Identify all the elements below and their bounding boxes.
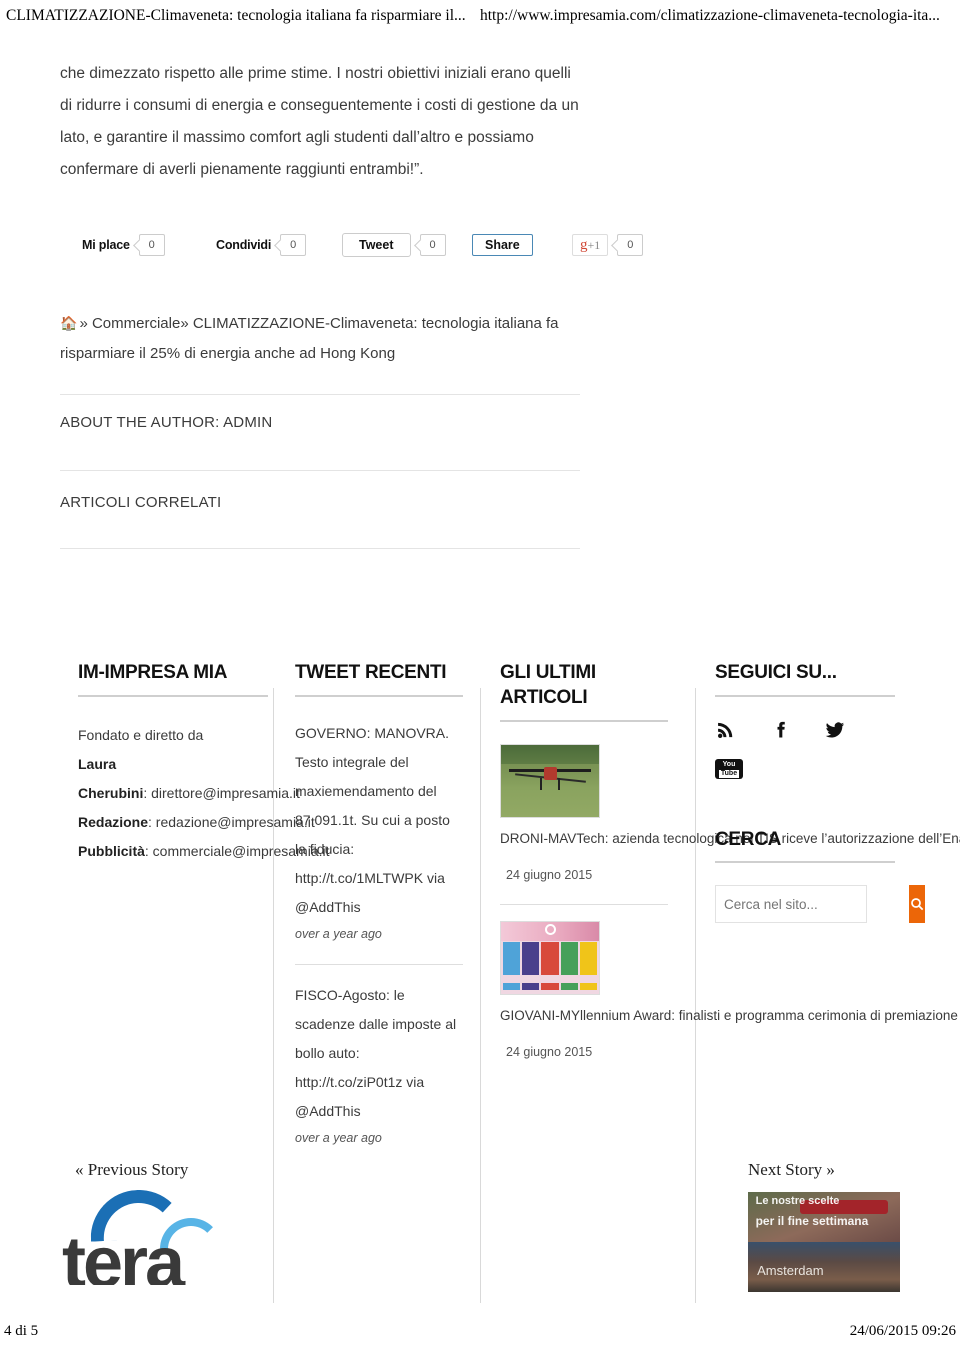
like-count: 0	[138, 234, 165, 256]
print-footer: 4 di 5 24/06/2015 09:26	[0, 1323, 960, 1349]
article-title[interactable]: GIOVANI-MYllennium Award: finalisti e pr…	[500, 1005, 960, 1026]
facebook-share-widget[interactable]: Condividi 0	[216, 232, 307, 258]
print-header-title: CLIMATIZZAZIONE-Climaveneta: tecnologia …	[6, 7, 466, 24]
tweet-divider	[295, 964, 463, 965]
pubblicita-label: Pubblicità	[78, 843, 145, 859]
gplus-g-glyph: g	[580, 236, 588, 253]
widget-title-impresa-mia: IM-IMPRESA MIA	[78, 662, 228, 683]
previous-story-thumbnail[interactable]: tera	[62, 1190, 277, 1285]
article-body-text: che dimezzato rispetto alle prime stime.…	[60, 65, 579, 178]
award-poster-thumbnail[interactable]	[500, 921, 600, 995]
founder-firstname: Laura	[78, 756, 117, 772]
facebook-like-widget[interactable]: Mi place 0	[82, 232, 165, 258]
share-button-label[interactable]: Condividi	[216, 238, 271, 252]
redazione-label: Redazione	[78, 814, 149, 830]
youtube-line-1: You	[722, 760, 736, 768]
director-email[interactable]: : direttore@impresamia.it	[143, 785, 300, 801]
widget-title-underline	[78, 695, 268, 697]
google-plus-widget[interactable]: g +1 0	[572, 232, 644, 258]
article-date: 24 giugno 2015	[506, 1045, 593, 1059]
tweet-timestamp: over a year ago	[295, 927, 382, 941]
widget-impresa-mia-body: Fondato e diretto da Laura Cherubini: di…	[78, 721, 330, 866]
page-number: 4 di 5	[4, 1323, 39, 1339]
article-list-item[interactable]: GIOVANI-MYllennium Award: finalisti e pr…	[500, 921, 960, 1067]
related-articles-heading: ARTICOLI CORRELATI	[60, 494, 222, 511]
widget-title-underline	[500, 720, 668, 722]
article-list-item[interactable]: DRONI-MAVTech: azienda tecnologica nel T…	[500, 744, 960, 890]
previous-story-link[interactable]: « Previous Story	[75, 1160, 188, 1180]
widget-title-tweet-recenti: TWEET RECENTI	[295, 662, 447, 683]
article-divider	[500, 904, 668, 905]
gplus-plus-one: +1	[587, 237, 601, 252]
tweet-item[interactable]: GOVERNO: MANOVRA. Testo integrale del ma…	[295, 719, 463, 922]
youtube-line-2: Tube	[718, 769, 740, 778]
gplus-count: 0	[617, 234, 644, 256]
about-the-author-heading: ABOUT THE AUTHOR: ADMIN	[60, 414, 273, 431]
divider-above-author	[60, 394, 580, 395]
social-icon-row	[715, 719, 895, 741]
print-header-url: http://www.impresamia.com/climatizzazion…	[480, 7, 940, 24]
next-thumb-caption-3: Amsterdam	[757, 1263, 824, 1278]
twitter-icon[interactable]	[823, 719, 845, 741]
share-count: 0	[280, 234, 307, 256]
next-story-link[interactable]: Next Story »	[748, 1160, 835, 1180]
widget-title-underline	[295, 695, 463, 697]
next-thumb-caption-1: Le nostre scelte	[755, 1195, 840, 1207]
widget-title-cerca: CERCA	[715, 829, 782, 850]
divider-below-author	[60, 470, 580, 471]
facebook-icon[interactable]	[769, 719, 791, 741]
social-share-row: Mi place 0 Condividi 0 Tweet 0 Share g +1…	[60, 232, 660, 264]
search-input[interactable]	[716, 886, 909, 922]
breadcrumb-sep-2: »	[180, 315, 189, 332]
founder-line: Fondato e diretto da	[78, 727, 204, 743]
widget-title-underline	[715, 861, 895, 863]
like-button-label[interactable]: Mi place	[82, 238, 130, 252]
search-box[interactable]	[715, 885, 925, 923]
breadcrumb-sep-1: »	[79, 315, 88, 332]
widget-title-seguici-su: SEGUICI SU...	[715, 662, 837, 683]
article-date: 24 giugno 2015	[506, 868, 593, 882]
share-button[interactable]: Share	[472, 234, 533, 256]
breadcrumb: 🏠» Commerciale» CLIMATIZZAZIONE-Climaven…	[60, 308, 580, 369]
tweet-count: 0	[419, 234, 446, 256]
rss-icon[interactable]	[715, 719, 737, 741]
print-timestamp: 24/06/2015 09:26	[849, 1323, 956, 1339]
article-title[interactable]: DRONI-MAVTech: azienda tecnologica nel T…	[500, 828, 960, 849]
printed-webpage: CLIMATIZZAZIONE-Climaveneta: tecnologia …	[0, 0, 960, 1357]
founder-lastname: Cherubini	[78, 785, 144, 801]
tweet-button[interactable]: Tweet	[342, 233, 411, 257]
linkedin-share-widget[interactable]: Share	[472, 232, 533, 258]
divider-below-related	[60, 548, 580, 549]
search-button[interactable]	[909, 885, 925, 923]
youtube-icon[interactable]: You Tube	[715, 759, 743, 779]
home-icon[interactable]: 🏠	[60, 315, 77, 331]
widget-title-ultimi-articoli: GLI ULTIMI ARTICOLI	[500, 662, 596, 708]
redazione-email[interactable]: : redazione@impresamia.it	[148, 814, 315, 830]
breadcrumb-category[interactable]: Commerciale	[92, 315, 180, 332]
tweet-widget[interactable]: Tweet 0	[342, 232, 446, 258]
tera-logo-text: tera	[62, 1223, 185, 1285]
print-header: CLIMATIZZAZIONE-Climaveneta: tecnologia …	[0, 0, 960, 34]
next-thumb-caption-2: per il fine settimana	[755, 1214, 869, 1228]
widget-title-underline	[715, 695, 895, 697]
drone-photo-thumbnail[interactable]	[500, 744, 600, 818]
gplus-button[interactable]: g +1	[572, 234, 609, 256]
prev-next-navigation: « Previous Story Next Story » tera Le no…	[0, 1140, 960, 1300]
next-story-thumbnail[interactable]: Le nostre scelte per il fine settimana A…	[748, 1192, 900, 1292]
tweet-item[interactable]: FISCO-Agosto: le scadenze dalle imposte …	[295, 981, 463, 1126]
